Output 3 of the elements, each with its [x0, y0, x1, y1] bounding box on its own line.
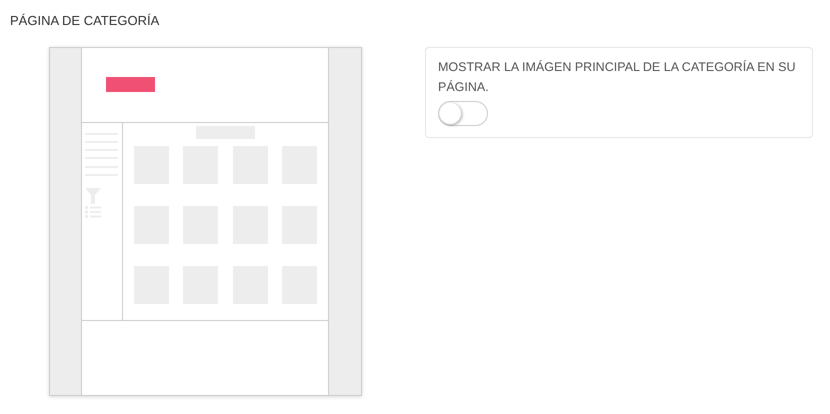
setting-label: MOSTRAR LA IMÁGEN PRINCIPAL DE LA CATEGORÍA EN SU PÁGINA. [438, 59, 796, 96]
section-title: PÁGINA DE CATEGORÍA [10, 12, 160, 30]
toggle-switch[interactable] [438, 101, 488, 126]
